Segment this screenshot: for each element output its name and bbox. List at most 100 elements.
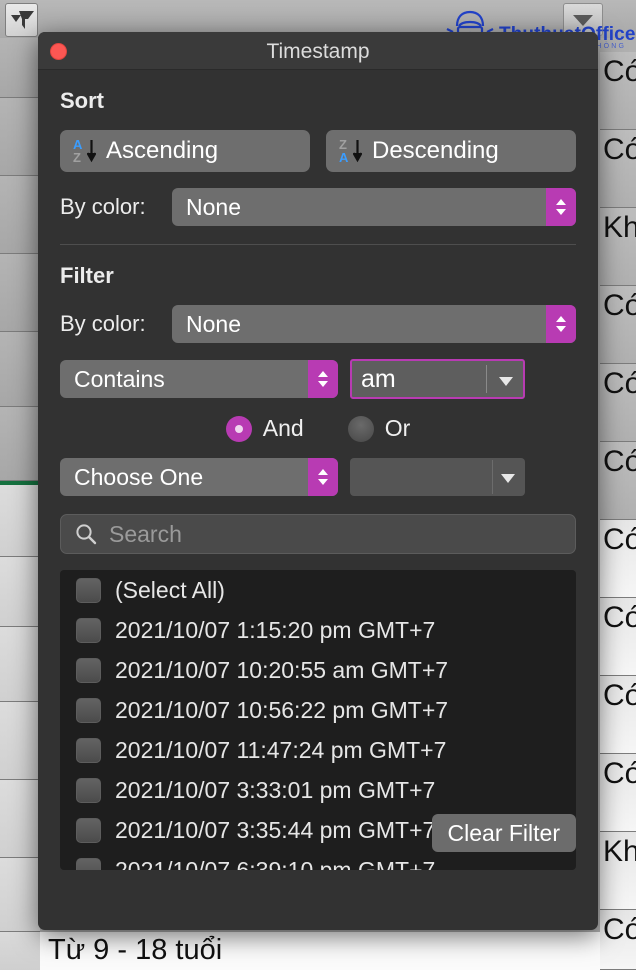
row-cell[interactable]: [0, 858, 40, 932]
row-cell[interactable]: [0, 557, 40, 627]
row-cell[interactable]: [0, 932, 40, 970]
radio-or-icon[interactable]: [348, 416, 374, 442]
checkbox[interactable]: [76, 698, 101, 723]
sort-section-heading: Sort: [60, 88, 576, 114]
table-cell[interactable]: Có: [600, 520, 636, 598]
row-cell[interactable]: [0, 780, 40, 858]
filter-section-heading: Filter: [60, 263, 576, 289]
list-item[interactable]: 2021/10/07 10:20:55 am GMT+7: [60, 650, 576, 690]
radio-or-label: Or: [385, 415, 411, 442]
table-cell[interactable]: Có: [600, 754, 636, 832]
dialog-footer: Clear Filter: [432, 814, 576, 852]
row-cell[interactable]: [0, 176, 40, 254]
table-cell[interactable]: Có: [600, 598, 636, 676]
checkbox[interactable]: [76, 578, 101, 603]
filter-condition-1-text: am: [352, 365, 396, 394]
sort-buttons-row: A Z Ascending Z A Descending: [60, 130, 576, 172]
filter-condition-1-select[interactable]: Contains: [60, 360, 338, 398]
row-cell[interactable]: [0, 407, 40, 481]
table-cell[interactable]: Có: [600, 364, 636, 442]
list-item-label: 2021/10/07 3:35:44 pm GMT+7: [115, 817, 435, 844]
dialog-titlebar[interactable]: Timestamp: [38, 32, 598, 70]
sort-descending-button[interactable]: Z A Descending: [326, 130, 576, 172]
filter-condition-1-input[interactable]: am: [350, 359, 525, 399]
list-item[interactable]: 2021/10/07 6:39:10 pm GMT+7: [60, 850, 576, 870]
filter-funnel-icon[interactable]: [5, 3, 38, 37]
stepper-icon[interactable]: [308, 360, 338, 398]
sort-descending-label: Descending: [372, 137, 499, 165]
checkbox[interactable]: [76, 778, 101, 803]
checkbox[interactable]: [76, 738, 101, 763]
stepper-icon[interactable]: [546, 305, 576, 343]
stepper-icon[interactable]: [308, 458, 338, 496]
list-item[interactable]: (Select All): [60, 570, 576, 610]
row-cell[interactable]: [0, 702, 40, 780]
stepper-icon[interactable]: [546, 188, 576, 226]
sort-by-color-select[interactable]: None: [172, 188, 576, 226]
dialog-body: Sort A Z Ascending Z A Descending B: [38, 88, 598, 870]
sort-ascending-label: Ascending: [106, 137, 218, 165]
sort-ascending-button[interactable]: A Z Ascending: [60, 130, 310, 172]
radio-and[interactable]: And: [226, 415, 304, 442]
table-cell-age-range[interactable]: Từ 9 - 18 tuổi: [40, 932, 600, 970]
sort-az-icon: A Z: [72, 136, 98, 166]
text-caret-divider: [486, 365, 487, 393]
list-item-label: 2021/10/07 3:33:01 pm GMT+7: [115, 777, 435, 804]
filter-by-color-value: None: [172, 311, 241, 338]
list-item-label: 2021/10/07 10:56:22 pm GMT+7: [115, 697, 448, 724]
checkbox[interactable]: [76, 618, 101, 643]
checkbox[interactable]: [76, 858, 101, 871]
radio-and-label: And: [263, 415, 304, 442]
filter-by-color-row: By color: None: [60, 305, 576, 343]
filter-condition-1-row: Contains am: [60, 359, 576, 399]
text-caret-divider: [492, 460, 493, 494]
list-item[interactable]: 2021/10/07 10:56:22 pm GMT+7: [60, 690, 576, 730]
list-item-label: 2021/10/07 11:47:24 pm GMT+7: [115, 737, 446, 764]
row-cell[interactable]: [0, 332, 40, 407]
table-cell[interactable]: Có: [600, 442, 636, 520]
table-cell[interactable]: Có: [600, 910, 636, 970]
row-cell[interactable]: [0, 627, 40, 702]
row-cell[interactable]: [0, 254, 40, 332]
sort-icon-letter-bottom: Z: [73, 151, 81, 164]
sort-by-color-label: By color:: [60, 194, 172, 220]
list-item-label: 2021/10/07 1:15:20 pm GMT+7: [115, 617, 435, 644]
filter-condition-2-input[interactable]: [350, 458, 525, 496]
row-cell[interactable]: [0, 38, 40, 98]
clear-filter-button[interactable]: Clear Filter: [432, 814, 576, 852]
radio-and-icon[interactable]: [226, 416, 252, 442]
sort-by-color-value: None: [172, 194, 241, 221]
filter-condition-2-value: Choose One: [60, 464, 203, 491]
dialog-title: Timestamp: [38, 40, 598, 64]
table-cell[interactable]: Không: [600, 208, 636, 286]
checkbox[interactable]: [76, 658, 101, 683]
search-input[interactable]: Search: [60, 514, 576, 554]
sort-by-color-row: By color: None: [60, 188, 576, 226]
table-cell[interactable]: Không: [600, 832, 636, 910]
section-divider: [60, 244, 576, 245]
list-item[interactable]: 2021/10/07 1:15:20 pm GMT+7: [60, 610, 576, 650]
list-item-label: (Select All): [115, 577, 225, 604]
filter-condition-1-value: Contains: [60, 366, 165, 393]
filter-by-color-label: By color:: [60, 311, 172, 337]
row-cell[interactable]: [0, 98, 40, 176]
filter-condition-2-select[interactable]: Choose One: [60, 458, 338, 496]
list-item[interactable]: 2021/10/07 11:47:24 pm GMT+7: [60, 730, 576, 770]
sort-icon-letter-bottom: A: [339, 151, 348, 164]
list-item[interactable]: 2021/10/07 3:33:01 pm GMT+7: [60, 770, 576, 810]
checkbox[interactable]: [76, 818, 101, 843]
table-cell[interactable]: Có: [600, 676, 636, 754]
filter-condition-2-row: Choose One: [60, 458, 576, 496]
search-placeholder: Search: [109, 521, 182, 548]
chevron-down-icon[interactable]: [499, 377, 513, 386]
table-cell[interactable]: Có: [600, 52, 636, 130]
conjunction-radio-group: And Or: [60, 415, 576, 442]
filter-by-color-select[interactable]: None: [172, 305, 576, 343]
search-icon: [75, 523, 97, 545]
table-cell[interactable]: Có: [600, 130, 636, 208]
row-cell[interactable]: [0, 485, 40, 557]
chevron-down-icon[interactable]: [501, 474, 515, 483]
radio-or[interactable]: Or: [348, 415, 411, 442]
table-cell[interactable]: Có: [600, 286, 636, 364]
sort-za-icon: Z A: [338, 136, 364, 166]
